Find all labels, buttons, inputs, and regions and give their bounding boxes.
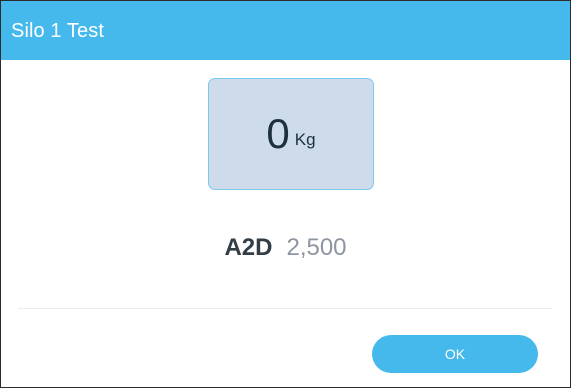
- dialog-titlebar: Silo 1 Test: [1, 1, 570, 60]
- weight-display: 0 Kg: [208, 78, 374, 190]
- silo-test-dialog: Silo 1 Test 0 Kg A2D 2,500 OK: [0, 0, 571, 388]
- a2d-label: A2D: [224, 234, 273, 261]
- weight-value: 0: [266, 110, 290, 157]
- footer-divider: [18, 308, 552, 309]
- a2d-value: 2,500: [286, 234, 347, 261]
- ok-button[interactable]: OK: [372, 335, 538, 373]
- a2d-reading: A2D 2,500: [1, 228, 570, 268]
- weight-unit: Kg: [294, 130, 316, 149]
- dialog-title: Silo 1 Test: [11, 20, 105, 42]
